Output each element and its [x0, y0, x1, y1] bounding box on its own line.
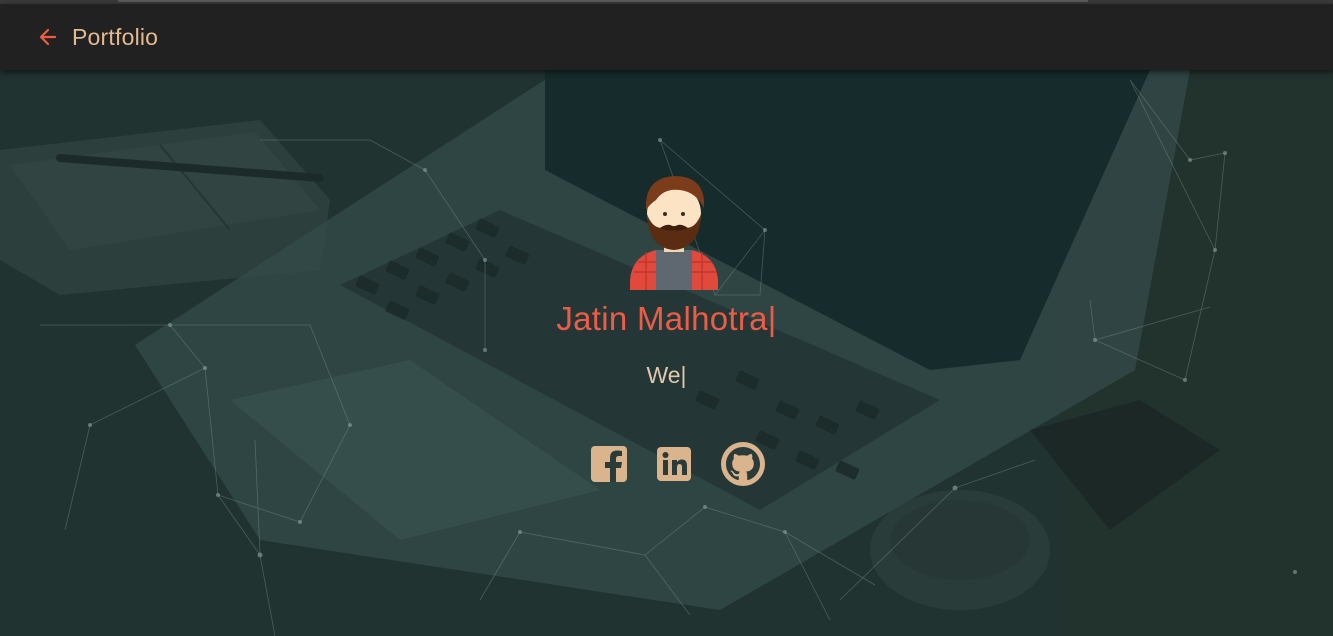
arrow-left-icon: [39, 28, 57, 46]
linkedin-icon: [657, 447, 691, 481]
hero-name-typewriter: Jatin Malhotra|: [0, 300, 1333, 338]
github-link[interactable]: [720, 441, 766, 487]
hero-content: Jatin Malhotra| We|: [0, 70, 1333, 636]
typing-caret: |: [680, 362, 687, 388]
hero-tagline-typewriter: We|: [0, 362, 1333, 389]
back-button[interactable]: [34, 23, 62, 51]
bearded-man-avatar: [630, 176, 718, 290]
github-icon: [721, 442, 765, 486]
app-bar-title: Portfolio: [72, 23, 159, 50]
facebook-link[interactable]: [590, 445, 628, 483]
typing-caret: |: [767, 300, 777, 337]
scroll-indicator: [118, 0, 1088, 2]
facebook-icon: [591, 446, 627, 482]
linkedin-link[interactable]: [656, 446, 692, 482]
app-bar: Portfolio: [0, 4, 1333, 70]
social-links: [590, 440, 766, 488]
hero-name: Jatin Malhotra: [556, 300, 768, 337]
hero-section: Jatin Malhotra| We|: [0, 70, 1333, 636]
hero-tagline: We: [646, 362, 681, 388]
